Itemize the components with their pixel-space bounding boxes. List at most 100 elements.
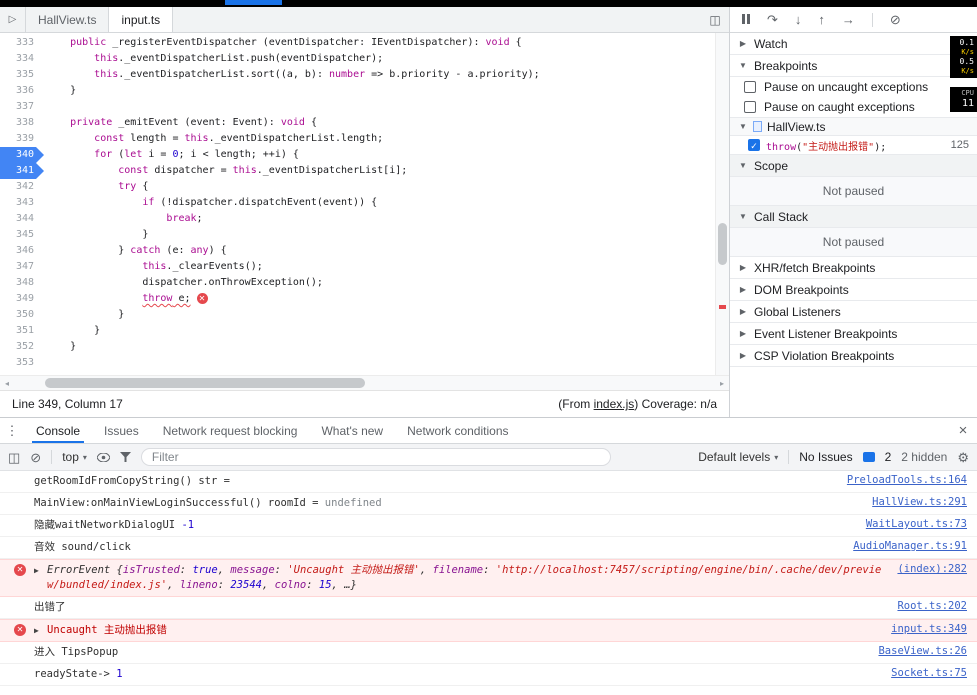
log-levels-selector[interactable]: Default levels ▾ — [698, 450, 778, 464]
drawer-tab-network-conditions[interactable]: Network conditions — [395, 418, 520, 443]
code-line[interactable]: 334 this._eventDispatcherList.push(event… — [0, 51, 729, 67]
drawer-tab-issues[interactable]: Issues — [92, 418, 151, 443]
code-line[interactable]: 352 } — [0, 339, 729, 355]
line-number[interactable]: 336 — [0, 83, 46, 99]
section-scope[interactable]: ▼ Scope — [730, 155, 977, 177]
line-number[interactable]: 350 — [0, 307, 46, 323]
source-link[interactable]: input.ts:349 — [891, 623, 967, 635]
line-number[interactable]: 338 — [0, 115, 46, 131]
breakpoint-marker[interactable]: 340 — [0, 147, 44, 163]
issues-label[interactable]: No Issues — [799, 450, 852, 464]
source-link[interactable]: PreloadTools.ts:164 — [847, 474, 967, 486]
code-line[interactable]: 339 const length = this._eventDispatcher… — [0, 131, 729, 147]
drawer-tab-network-request-blocking[interactable]: Network request blocking — [151, 418, 310, 443]
line-number[interactable]: 339 — [0, 131, 46, 147]
section-call-stack[interactable]: ▼ Call Stack — [730, 206, 977, 228]
code-line[interactable]: 338 private _emitEvent (event: Event): v… — [0, 115, 729, 131]
line-number[interactable]: 353 — [0, 355, 46, 371]
scroll-left-arrow[interactable]: ◂ — [0, 376, 14, 390]
step-into-icon[interactable]: ↓ — [795, 13, 802, 26]
scrollbar-thumb[interactable] — [718, 223, 727, 265]
code-line[interactable]: 335 this._eventDispatcherList.sort((a, b… — [0, 67, 729, 83]
source-link[interactable]: Root.ts:202 — [897, 600, 967, 612]
console-sidebar-icon[interactable]: ◫ — [8, 451, 20, 464]
line-number[interactable]: 346 — [0, 243, 46, 259]
expand-triangle-icon[interactable]: ▶ — [34, 563, 47, 575]
code-editor[interactable]: 333 public _registerEventDispatcher (eve… — [0, 33, 729, 375]
breakpoint-marker[interactable]: 341 — [0, 163, 44, 179]
code-line[interactable]: 353 — [0, 355, 729, 371]
close-icon[interactable]: × — [949, 418, 977, 443]
editor-vertical-scrollbar[interactable] — [715, 33, 729, 375]
scroll-right-arrow[interactable]: ▸ — [715, 376, 729, 390]
clear-console-icon[interactable]: ⊘ — [30, 451, 41, 464]
code-line[interactable]: 344 break; — [0, 211, 729, 227]
step-over-icon[interactable]: ↷ — [767, 13, 778, 26]
line-number[interactable]: 347 — [0, 259, 46, 275]
checkbox-unchecked[interactable] — [744, 81, 756, 93]
drawer-tab-console[interactable]: Console — [24, 418, 92, 443]
kebab-menu-icon[interactable]: ⋮ — [0, 418, 24, 443]
section-xhr-fetch-breakpoints[interactable]: ▶ XHR/fetch Breakpoints — [730, 257, 977, 279]
pause-caught-checkbox-row[interactable]: Pause on caught exceptions — [730, 97, 977, 117]
pause-uncaught-checkbox-row[interactable]: Pause on uncaught exceptions — [730, 77, 977, 97]
code-line[interactable]: 345 } — [0, 227, 729, 243]
code-line[interactable]: 336 } — [0, 83, 729, 99]
index-js-link[interactable]: index.js — [594, 397, 635, 411]
section-csp-violation-breakpoints[interactable]: ▶ CSP Violation Breakpoints — [730, 345, 977, 367]
eye-icon[interactable] — [96, 451, 111, 464]
editor-horizontal-scrollbar[interactable]: ◂ ▸ — [0, 375, 729, 390]
line-number[interactable]: 337 — [0, 99, 46, 115]
line-number[interactable]: 344 — [0, 211, 46, 227]
step-out-icon[interactable]: ↑ — [818, 13, 825, 26]
section-global-listeners[interactable]: ▶ Global Listeners — [730, 301, 977, 323]
line-number[interactable]: 349 — [0, 291, 46, 307]
gear-icon[interactable]: ⚙ — [957, 451, 969, 464]
checkbox-checked[interactable]: ✓ — [748, 139, 760, 151]
code-line[interactable]: 348 dispatcher.onThrowException(); — [0, 275, 729, 291]
tab-input-ts[interactable]: input.ts — [109, 7, 174, 32]
source-link[interactable]: BaseView.ts:26 — [878, 645, 967, 657]
line-number[interactable]: 335 — [0, 67, 46, 83]
show-navigator-icon[interactable]: ▷ — [0, 7, 26, 32]
breakpoint-file-group[interactable]: ▼ HallView.ts — [730, 117, 977, 136]
code-line[interactable]: 343 if (!dispatcher.dispatchEvent(event)… — [0, 195, 729, 211]
line-number[interactable]: 345 — [0, 227, 46, 243]
checkbox-unchecked[interactable] — [744, 101, 756, 113]
code-line[interactable]: 351 } — [0, 323, 729, 339]
section-event-listener-breakpoints[interactable]: ▶ Event Listener Breakpoints — [730, 323, 977, 345]
source-link[interactable]: (index):282 — [897, 563, 967, 575]
line-number[interactable]: 342 — [0, 179, 46, 195]
breakpoint-entry[interactable]: ✓ throw("主动抛出报错"); 125 — [730, 136, 977, 155]
filter-input[interactable]: Filter — [140, 448, 611, 466]
code-line[interactable]: 342 try { — [0, 179, 729, 195]
hidden-messages-count[interactable]: 2 hidden — [901, 450, 947, 464]
section-watch[interactable]: ▶ Watch — [730, 33, 977, 55]
code-line[interactable]: 341 const dispatcher = this._eventDispat… — [0, 163, 729, 179]
tab-hallview-ts[interactable]: HallView.ts — [26, 7, 110, 32]
line-number[interactable]: 348 — [0, 275, 46, 291]
source-link[interactable]: HallView.ts:291 — [872, 496, 967, 508]
toggle-sidebar-icon[interactable]: ◫ — [701, 7, 729, 32]
pause-icon[interactable] — [742, 13, 750, 26]
code-line[interactable]: 349 throw e; ✕ — [0, 291, 729, 307]
issues-bubble-icon[interactable] — [862, 452, 875, 462]
expand-triangle-icon[interactable]: ▶ — [34, 623, 47, 635]
code-line[interactable]: 346 } catch (e: any) { — [0, 243, 729, 259]
filter-funnel-icon[interactable] — [119, 451, 131, 464]
line-number[interactable]: 334 — [0, 51, 46, 67]
code-line[interactable]: 337 — [0, 99, 729, 115]
context-selector[interactable]: top ▾ — [62, 450, 87, 464]
code-line[interactable]: 347 this._clearEvents(); — [0, 259, 729, 275]
section-breakpoints[interactable]: ▼ Breakpoints — [730, 55, 977, 77]
code-line[interactable]: 350 } — [0, 307, 729, 323]
section-dom-breakpoints[interactable]: ▶ DOM Breakpoints — [730, 279, 977, 301]
line-number[interactable]: 351 — [0, 323, 46, 339]
drawer-tab-what-s-new[interactable]: What's new — [309, 418, 395, 443]
scrollbar-thumb[interactable] — [45, 378, 365, 388]
code-line[interactable]: 340 for (let i = 0; i < length; ++i) { — [0, 147, 729, 163]
step-icon[interactable]: → — [842, 13, 855, 26]
source-link[interactable]: WaitLayout.ts:73 — [866, 518, 967, 530]
line-number[interactable]: 333 — [0, 35, 46, 51]
source-link[interactable]: AudioManager.ts:91 — [853, 540, 967, 552]
